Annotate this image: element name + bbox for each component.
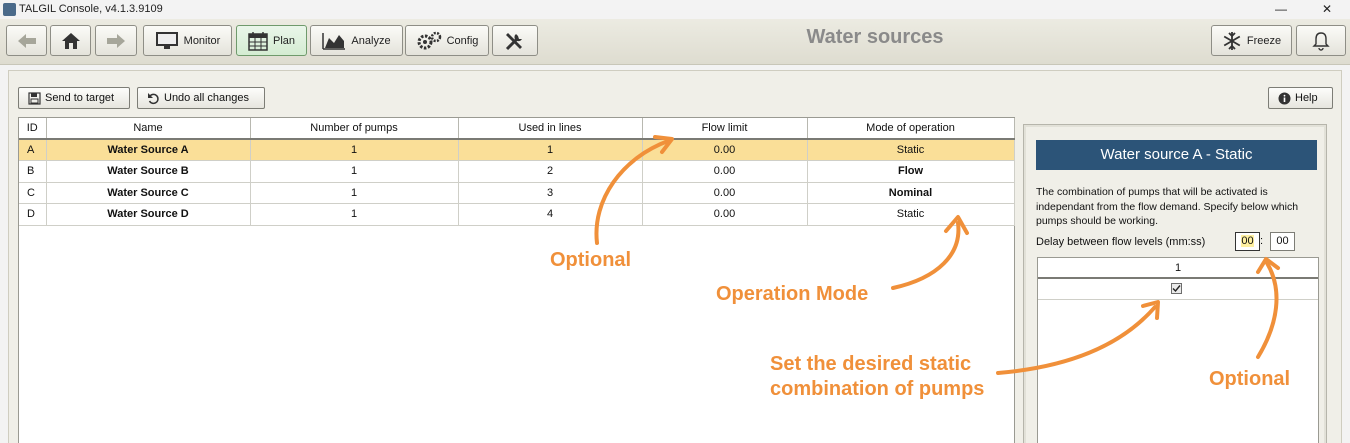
pump-combination-grid: 1 bbox=[1037, 257, 1319, 443]
tools-icon bbox=[505, 32, 522, 50]
window-title: TALGIL Console, v4.1.3.9109 bbox=[19, 3, 163, 15]
cell-mode[interactable]: Nominal bbox=[807, 182, 1015, 204]
detail-header: Water source A - Static bbox=[1036, 140, 1317, 170]
arrow-right-icon bbox=[107, 33, 125, 48]
cell-flow-limit[interactable]: 0.00 bbox=[642, 203, 808, 226]
cell-name: Water Source A bbox=[46, 139, 251, 161]
column-header-lines[interactable]: Used in lines bbox=[458, 118, 643, 140]
cell-id: D bbox=[19, 203, 47, 226]
delay-seconds-input[interactable]: 00 bbox=[1270, 232, 1295, 251]
freeze-button[interactable]: Freeze bbox=[1211, 25, 1292, 56]
monitor-label: Monitor bbox=[183, 34, 221, 47]
pump-combination-row bbox=[1038, 279, 1318, 300]
back-button[interactable] bbox=[6, 25, 47, 56]
pump-checkbox[interactable] bbox=[1171, 283, 1182, 294]
chart-area-icon bbox=[322, 32, 346, 50]
column-header-name[interactable]: Name bbox=[46, 118, 251, 140]
help-button[interactable]: Help bbox=[1268, 87, 1333, 109]
forward-button[interactable] bbox=[95, 25, 137, 56]
freeze-label: Freeze bbox=[1246, 34, 1282, 47]
cell-name: Water Source B bbox=[46, 160, 251, 183]
table-header-row: ID Name Number of pumps Used in lines Fl… bbox=[19, 118, 1015, 140]
cell-flow-limit[interactable]: 0.00 bbox=[642, 160, 808, 183]
config-button[interactable]: Config bbox=[405, 25, 489, 56]
column-header-flow-limit[interactable]: Flow limit bbox=[642, 118, 808, 140]
cell-lines: 1 bbox=[458, 139, 643, 161]
home-icon bbox=[61, 32, 80, 49]
toolbar: Monitor Plan Analyze Config Water source… bbox=[0, 19, 1350, 65]
annotation-static-combination-line2: combination of pumps bbox=[770, 378, 985, 400]
cell-name: Water Source C bbox=[46, 182, 251, 204]
analyze-label: Analyze bbox=[351, 34, 391, 47]
config-label: Config bbox=[446, 34, 479, 47]
undo-all-changes-button[interactable]: Undo all changes bbox=[137, 87, 265, 109]
detail-description: The combination of pumps that will be ac… bbox=[1036, 186, 1299, 227]
info-icon bbox=[1278, 92, 1291, 104]
close-button[interactable]: ✕ bbox=[1304, 0, 1350, 19]
delay-minutes-value: 00 bbox=[1241, 235, 1254, 247]
cell-mode[interactable]: Static bbox=[807, 139, 1015, 161]
cell-id: B bbox=[19, 160, 47, 183]
monitor-button[interactable]: Monitor bbox=[143, 25, 232, 56]
delay-minutes-input[interactable]: 00 bbox=[1235, 232, 1260, 251]
save-icon bbox=[28, 91, 41, 105]
page-title: Water sources bbox=[806, 26, 944, 48]
monitor-icon bbox=[155, 31, 178, 49]
column-header-pumps[interactable]: Number of pumps bbox=[250, 118, 459, 140]
arrow-left-icon bbox=[17, 33, 36, 48]
analyze-button[interactable]: Analyze bbox=[310, 25, 403, 56]
bell-icon bbox=[1312, 31, 1330, 51]
cell-lines: 2 bbox=[458, 160, 643, 183]
cell-id: C bbox=[19, 182, 47, 204]
calendar-icon bbox=[248, 31, 268, 51]
cell-id: A bbox=[19, 139, 47, 161]
cell-name: Water Source D bbox=[46, 203, 251, 226]
app-icon bbox=[3, 3, 16, 16]
notifications-button[interactable] bbox=[1296, 25, 1346, 56]
pump-column-header: 1 bbox=[1038, 258, 1318, 279]
home-button[interactable] bbox=[50, 25, 91, 56]
send-label: Send to target bbox=[45, 92, 115, 104]
cell-lines: 4 bbox=[458, 203, 643, 226]
cell-flow-limit[interactable]: 0.00 bbox=[642, 182, 808, 204]
annotation-static-combination-line1: Set the desired static bbox=[770, 353, 972, 375]
table-row[interactable]: C Water Source C 1 3 0.00 Nominal bbox=[19, 182, 1015, 204]
table-row[interactable]: D Water Source D 1 4 0.00 Static bbox=[19, 203, 1015, 226]
annotation-operation-mode: Operation Mode bbox=[716, 283, 869, 305]
undo-icon bbox=[148, 92, 159, 104]
delay-label: Delay between flow levels (mm:ss) bbox=[1036, 236, 1206, 248]
cell-pumps: 1 bbox=[250, 139, 459, 161]
snowflake-icon bbox=[1223, 31, 1241, 50]
send-to-target-button[interactable]: Send to target bbox=[18, 87, 130, 109]
annotation-optional-delay: Optional bbox=[1209, 368, 1291, 390]
plan-label: Plan bbox=[272, 34, 296, 47]
cell-flow-limit[interactable]: 0.00 bbox=[642, 139, 808, 161]
annotation-optional-flow-limit: Optional bbox=[550, 249, 632, 271]
help-label: Help bbox=[1295, 92, 1318, 104]
cell-pumps: 1 bbox=[250, 160, 459, 183]
delay-separator: : bbox=[1260, 235, 1264, 247]
cell-lines: 3 bbox=[458, 182, 643, 204]
cell-pumps: 1 bbox=[250, 203, 459, 226]
column-header-mode[interactable]: Mode of operation bbox=[807, 118, 1015, 140]
gears-icon bbox=[417, 31, 441, 49]
water-source-detail-panel: Water source A - Static The combination … bbox=[1023, 124, 1327, 443]
cell-pumps: 1 bbox=[250, 182, 459, 204]
title-bar: TALGIL Console, v4.1.3.9109 — ✕ bbox=[0, 0, 1350, 19]
cell-mode[interactable]: Flow bbox=[807, 160, 1015, 183]
column-header-id[interactable]: ID bbox=[19, 118, 47, 140]
undo-label: Undo all changes bbox=[164, 92, 250, 104]
table-row[interactable]: B Water Source B 1 2 0.00 Flow bbox=[19, 160, 1015, 183]
table-row[interactable]: A Water Source A 1 1 0.00 Static bbox=[19, 139, 1015, 161]
checkmark-icon bbox=[1172, 285, 1181, 293]
plan-button[interactable]: Plan bbox=[236, 25, 307, 56]
tools-button[interactable] bbox=[492, 25, 538, 56]
cell-mode[interactable]: Static bbox=[807, 203, 1015, 226]
